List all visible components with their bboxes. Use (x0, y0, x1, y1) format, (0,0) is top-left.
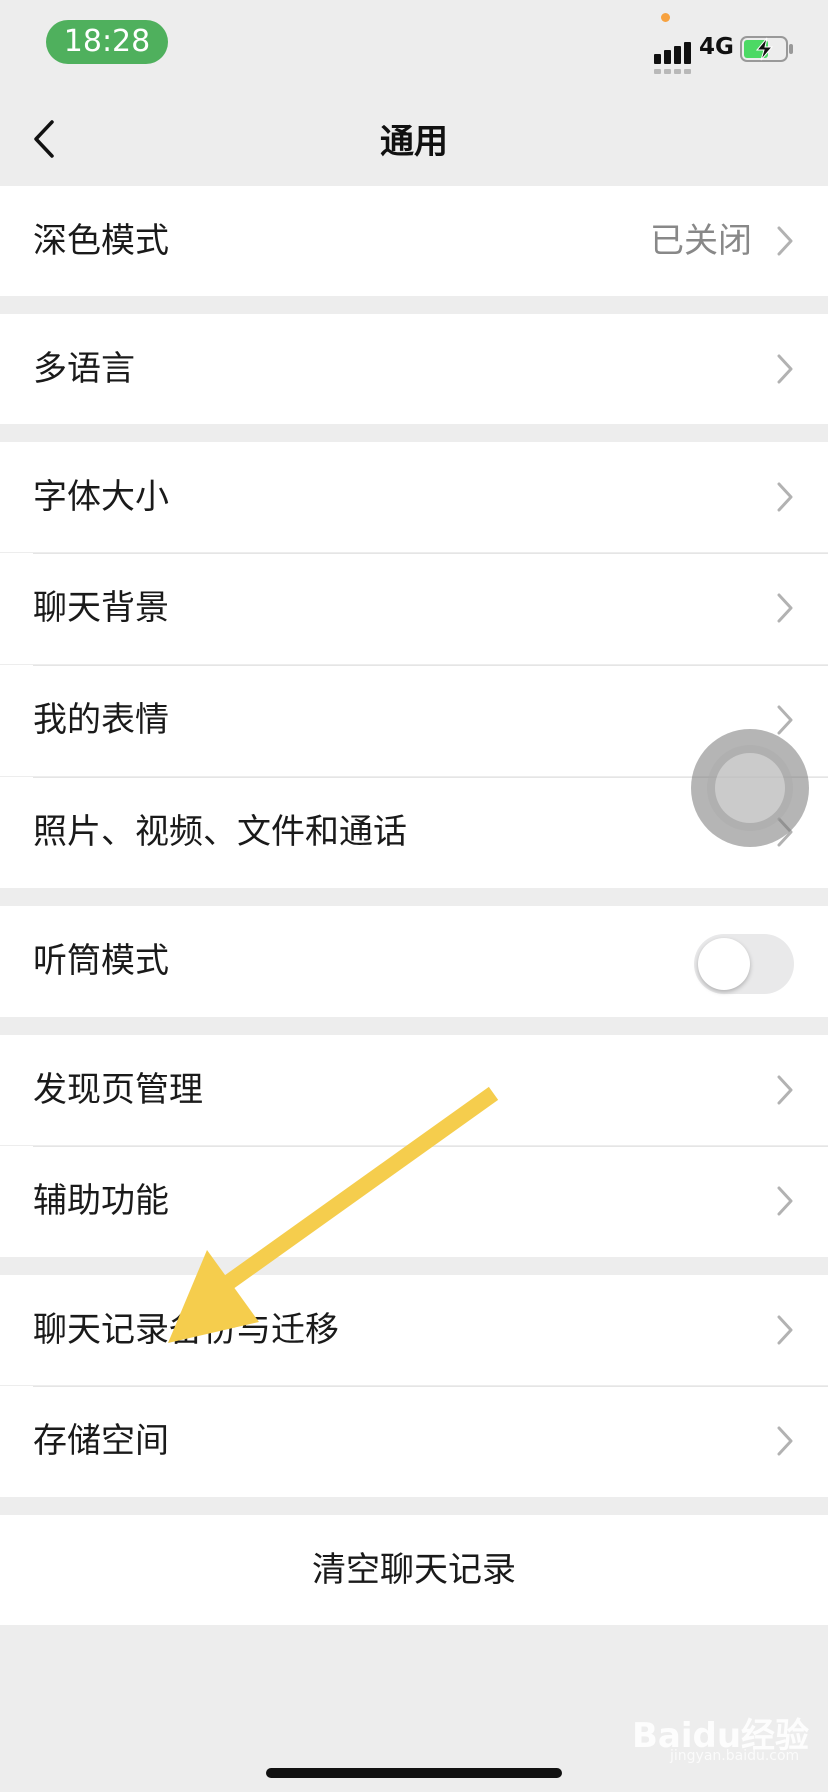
battery-charging-icon (740, 36, 793, 62)
chevron-right-icon (777, 1315, 793, 1345)
toggle-knob (698, 938, 750, 990)
settings-row-dark-mode[interactable]: 深色模式 已关闭 (0, 186, 828, 296)
row-value: 已关闭 (650, 221, 752, 261)
chevron-right-icon (777, 354, 793, 384)
row-label: 辅助功能 (33, 1181, 169, 1221)
row-label: 聊天记录备份与迁移 (33, 1310, 339, 1350)
chevron-right-icon (777, 1186, 793, 1216)
home-indicator[interactable] (266, 1768, 562, 1778)
settings-row-accessibility[interactable]: 辅助功能 (0, 1146, 828, 1257)
settings-row-earpiece-mode: 听筒模式 (0, 906, 828, 1017)
chevron-right-icon (777, 593, 793, 623)
clear-chat-history-button[interactable]: 清空聊天记录 (0, 1515, 828, 1625)
chevron-right-icon (777, 1075, 793, 1105)
status-bar: 18:28 4G (0, 0, 828, 92)
row-label: 我的表情 (33, 700, 169, 740)
settings-row-chat-background[interactable]: 聊天背景 (0, 553, 828, 664)
chevron-right-icon (777, 1426, 793, 1456)
settings-row-storage[interactable]: 存储空间 (0, 1386, 828, 1497)
row-label: 存储空间 (33, 1421, 169, 1461)
row-label: 多语言 (33, 349, 135, 389)
chevron-right-icon (777, 705, 793, 735)
settings-row-font-size[interactable]: 字体大小 (0, 442, 828, 552)
row-label: 照片、视频、文件和通话 (33, 812, 407, 852)
assistive-touch-ring (715, 753, 785, 823)
chevron-right-icon (777, 226, 793, 256)
assistive-touch-button[interactable] (691, 729, 809, 847)
settings-row-language[interactable]: 多语言 (0, 314, 828, 424)
settings-row-chat-backup[interactable]: 聊天记录备份与迁移 (0, 1275, 828, 1385)
baidu-watermark-url: jingyan.baidu.com (670, 1748, 800, 1764)
status-time[interactable]: 18:28 (46, 20, 168, 64)
chevron-right-icon (777, 482, 793, 512)
earpiece-mode-toggle[interactable] (694, 934, 794, 994)
row-label: 字体大小 (33, 477, 169, 517)
network-type: 4G (699, 34, 734, 60)
settings-row-discover-management[interactable]: 发现页管理 (0, 1035, 828, 1145)
signal-icon (654, 34, 700, 74)
row-label: 发现页管理 (33, 1070, 203, 1110)
page-title: 通用 (380, 122, 448, 162)
clear-chat-history-label: 清空聊天记录 (312, 1550, 516, 1590)
row-label: 聊天背景 (33, 588, 169, 628)
nav-bar: 通用 (0, 92, 828, 186)
row-label: 深色模式 (33, 221, 169, 261)
privacy-indicator-dot (661, 13, 670, 22)
row-label: 听筒模式 (33, 941, 169, 981)
